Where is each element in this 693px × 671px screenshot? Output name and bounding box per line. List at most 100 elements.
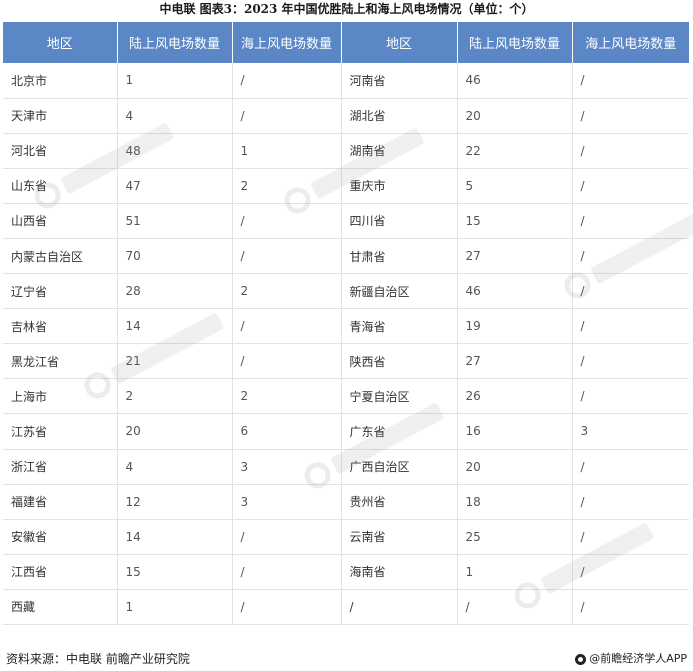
count-cell: 14 — [117, 519, 233, 555]
column-header: 地区 — [3, 22, 118, 63]
count-cell: 51 — [117, 203, 233, 239]
table-row: 江苏省 20 6 广东省 16 3 — [3, 413, 689, 450]
region-cell: 江西省 — [3, 554, 118, 590]
wind-farm-table: 地区 陆上风电场数量 海上风电场数量 地区 陆上风电场数量 海上风电场数量 北京市 1/河南… — [3, 22, 689, 626]
count-cell: 20 — [457, 98, 573, 134]
region-cell: 宁夏自治区 — [341, 378, 458, 415]
count-cell: / — [572, 589, 689, 626]
table-row: 山东省 47 2 重庆市 5/ — [3, 168, 689, 204]
region-cell: 河南省 — [341, 63, 458, 99]
region-cell: 天津市 — [3, 98, 118, 134]
count-cell: / — [572, 63, 689, 99]
region-cell: 安徽省 — [3, 519, 118, 555]
table-row: 西藏 1// / / — [3, 589, 689, 626]
region-cell: 浙江省 — [3, 449, 118, 485]
count-cell: 21 — [117, 343, 233, 380]
count-cell: / — [232, 98, 342, 134]
region-cell: 四川省 — [341, 203, 458, 239]
count-cell: / — [572, 378, 689, 415]
region-cell: 陕西省 — [341, 343, 458, 380]
count-cell: 19 — [457, 308, 573, 345]
column-header: 海上风电场数量 — [572, 22, 689, 63]
region-cell: 青海省 — [341, 308, 458, 345]
count-cell: 27 — [457, 343, 573, 380]
brand-credit-label: @前瞻经济学人APP — [589, 652, 687, 665]
count-cell: 2 — [232, 273, 342, 310]
count-cell: 20 — [457, 449, 573, 485]
table-row: 福建省 12 3 贵州省 18/ — [3, 484, 689, 520]
count-cell: / — [572, 238, 689, 275]
count-cell: 1 — [232, 133, 342, 169]
count-cell: 46 — [457, 63, 573, 99]
count-cell: 4 — [117, 98, 233, 134]
count-cell: 70 — [117, 238, 233, 275]
table-row: 浙江省 4 3 广西自治区 20/ — [3, 449, 689, 485]
table-row: 江西省 15/海南省 1/ — [3, 554, 689, 590]
table-row: 天津市 4/湖北省 20/ — [3, 98, 689, 134]
region-cell: 广西自治区 — [341, 449, 458, 485]
count-cell: / — [232, 203, 342, 239]
source-note: 资料来源：中电联 前瞻产业研究院 — [6, 652, 190, 666]
count-cell: 6 — [232, 413, 342, 450]
region-cell: 湖南省 — [341, 133, 458, 169]
count-cell: / — [572, 98, 689, 134]
count-cell: / — [572, 519, 689, 555]
region-cell: 新疆自治区 — [341, 273, 458, 310]
region-cell: 吉林省 — [3, 308, 118, 345]
region-cell: 云南省 — [341, 519, 458, 555]
count-cell: / — [572, 484, 689, 520]
count-cell: 2 — [232, 168, 342, 204]
brand-logo-icon — [575, 653, 587, 665]
count-cell: 25 — [457, 519, 573, 555]
column-header: 陆上风电场数量 — [117, 22, 233, 63]
count-cell: / — [572, 554, 689, 590]
count-cell: 3 — [232, 449, 342, 485]
count-cell: / — [572, 449, 689, 485]
count-cell: 26 — [457, 378, 573, 415]
count-cell: 2 — [232, 378, 342, 415]
count-cell: 47 — [117, 168, 233, 204]
count-cell: 1 — [117, 63, 233, 99]
brand-credit: @前瞻经济学人APP — [575, 651, 687, 667]
table-row: 内蒙古自治区 70/甘肃省 27/ — [3, 238, 689, 275]
region-cell: 黑龙江省 — [3, 343, 118, 380]
count-cell: / — [572, 308, 689, 345]
count-cell: 4 — [117, 449, 233, 485]
table-header-row: 地区 陆上风电场数量 海上风电场数量 地区 陆上风电场数量 海上风电场数量 — [3, 22, 689, 63]
count-cell: 12 — [117, 484, 233, 520]
count-cell: 48 — [117, 133, 233, 169]
region-cell: / — [341, 589, 458, 626]
count-cell: / — [572, 203, 689, 239]
count-cell: 18 — [457, 484, 573, 520]
region-cell: 河北省 — [3, 133, 118, 169]
count-cell: 16 — [457, 413, 573, 450]
table-row: 上海市 2 2 宁夏自治区 26/ — [3, 378, 689, 415]
count-cell: 22 — [457, 133, 573, 169]
region-cell: 山西省 — [3, 203, 118, 239]
count-cell: / — [232, 238, 342, 275]
count-cell: / — [232, 519, 342, 555]
region-cell: 广东省 — [341, 413, 458, 450]
table-row: 河北省 48 1 湖南省 22/ — [3, 133, 689, 169]
count-cell: 3 — [232, 484, 342, 520]
region-cell: 西藏 — [3, 589, 118, 626]
region-cell: 北京市 — [3, 63, 118, 99]
table-row: 吉林省 14/青海省 19/ — [3, 308, 689, 345]
count-cell: 2 — [117, 378, 233, 415]
table-row: 安徽省 14/云南省 25/ — [3, 519, 689, 555]
region-cell: 贵州省 — [341, 484, 458, 520]
count-cell: / — [572, 273, 689, 310]
region-cell: 辽宁省 — [3, 273, 118, 310]
count-cell: / — [457, 589, 573, 626]
count-cell: 28 — [117, 273, 233, 310]
table-body: 北京市 1/河南省 46/天津市 4/湖北省 20/河北省 48 1 湖南省 22/山东省 47 2… — [3, 63, 689, 626]
region-cell: 内蒙古自治区 — [3, 238, 118, 275]
count-cell: / — [232, 63, 342, 99]
region-cell: 福建省 — [3, 484, 118, 520]
table-title: 中电联 图表3：2023 年中国优胜陆上和海上风电场情况（单位：个） — [159, 2, 534, 16]
region-cell: 甘肃省 — [341, 238, 458, 275]
table-row: 辽宁省 28 2 新疆自治区 46/ — [3, 273, 689, 310]
table-row: 黑龙江省 21/陕西省 27/ — [3, 343, 689, 380]
table-row: 山西省 51/四川省 15/ — [3, 203, 689, 239]
count-cell: 46 — [457, 273, 573, 310]
